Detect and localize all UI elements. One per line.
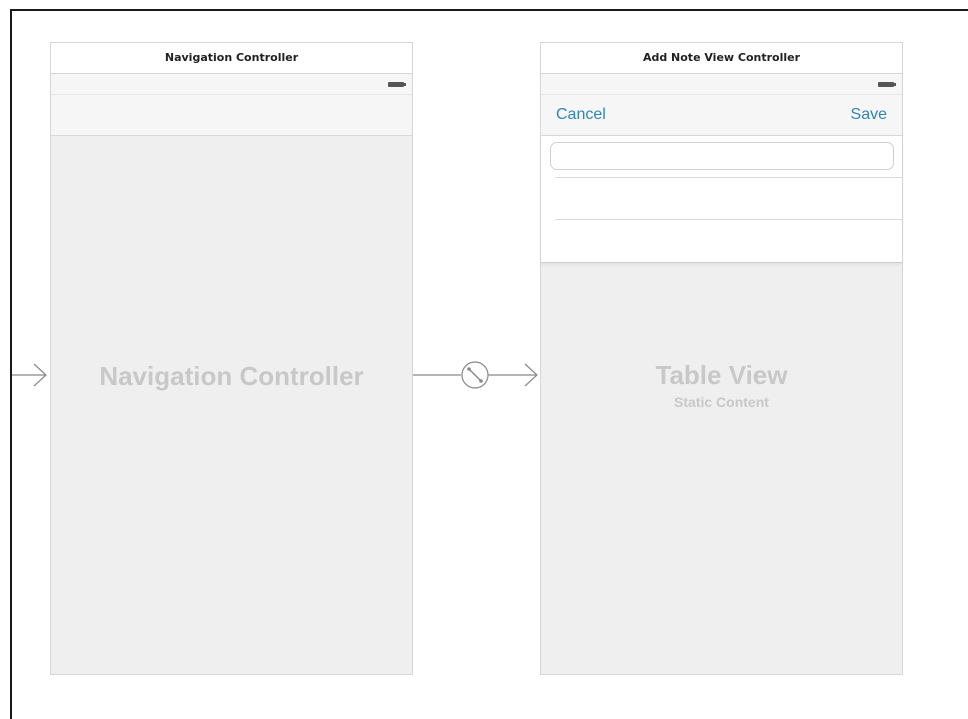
navigation-controller-scene[interactable]: Navigation Controller Navigation Control… [50,42,413,675]
scene-placeholder-title: Navigation Controller [99,361,364,391]
status-bar [51,74,412,95]
scene-title[interactable]: Navigation Controller [51,43,412,74]
battery-icon [388,82,406,87]
add-note-view-controller-scene[interactable]: Add Note View Controller Cancel Save Tab… [540,42,903,675]
cancel-button[interactable]: Cancel [556,106,606,124]
segue-connection[interactable] [411,358,541,392]
note-text-field[interactable] [550,142,894,170]
cell-separator [555,219,902,220]
scene-title[interactable]: Add Note View Controller [541,43,902,74]
table-view-placeholder-title: Table View [655,360,788,390]
cell-separator [555,177,902,178]
status-bar [541,74,902,95]
table-view-placeholder-subtitle: Static Content [674,394,769,410]
navigation-bar: Cancel Save [541,95,902,136]
initial-controller-arrow-icon [12,363,47,387]
static-table-view[interactable] [541,136,902,263]
canvas-border-top [10,9,968,11]
storyboard-canvas: Navigation Controller Navigation Control… [0,0,968,719]
battery-icon [878,82,896,87]
save-button[interactable]: Save [851,106,887,124]
navigation-bar[interactable] [51,95,412,136]
